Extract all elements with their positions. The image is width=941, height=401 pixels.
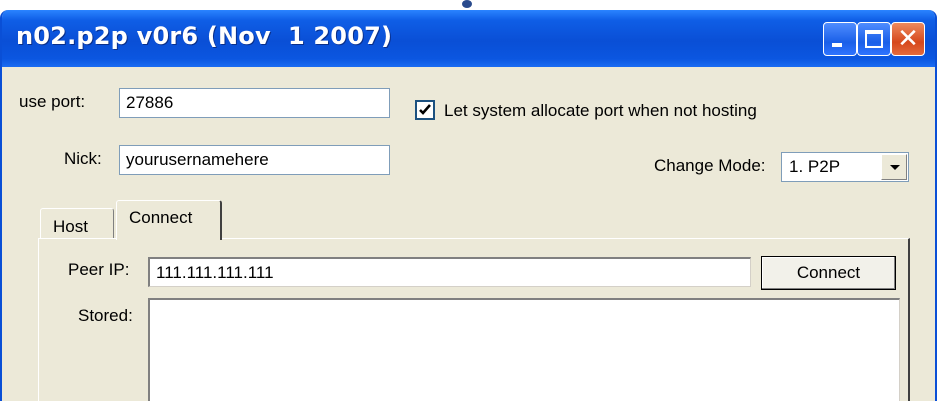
maximize-icon (865, 30, 883, 48)
chevron-down-icon (890, 165, 900, 170)
close-button[interactable]: ✕ (891, 22, 925, 56)
allocate-port-checkbox[interactable] (415, 100, 435, 120)
allocate-port-label[interactable]: Let system allocate port when not hostin… (444, 101, 757, 121)
peer-ip-input[interactable]: 111.111.111.111 (148, 257, 751, 287)
mode-label: Change Mode: (654, 156, 766, 175)
app-window: n02.p2p v0r6 (Nov 1 2007) ✕ use port: 27… (0, 10, 937, 401)
title-bar[interactable]: n02.p2p v0r6 (Nov 1 2007) ✕ (2, 10, 935, 67)
mode-dropdown-button[interactable] (881, 154, 907, 180)
minimize-button[interactable] (823, 22, 857, 56)
stored-list[interactable] (148, 298, 900, 401)
connect-button[interactable]: Connect (761, 256, 896, 290)
mode-value: 1. P2P (789, 157, 841, 176)
close-icon: ✕ (897, 24, 919, 54)
port-input[interactable]: 27886 (119, 88, 390, 118)
background-dot (462, 0, 472, 8)
maximize-button[interactable] (857, 22, 891, 56)
tab-host[interactable]: Host (40, 208, 114, 238)
port-label: use port: (19, 92, 86, 111)
mode-select[interactable]: 1. P2P (781, 152, 909, 182)
minimize-icon (832, 43, 842, 47)
tab-connect[interactable]: Connect (116, 200, 222, 240)
nick-label: Nick: (64, 149, 102, 168)
window-title: n02.p2p v0r6 (Nov 1 2007) (16, 22, 393, 50)
nick-input[interactable]: yourusernamehere (119, 145, 390, 175)
peer-ip-label: Peer IP: (68, 260, 130, 279)
stored-label: Stored: (78, 306, 133, 325)
check-icon (419, 104, 431, 115)
